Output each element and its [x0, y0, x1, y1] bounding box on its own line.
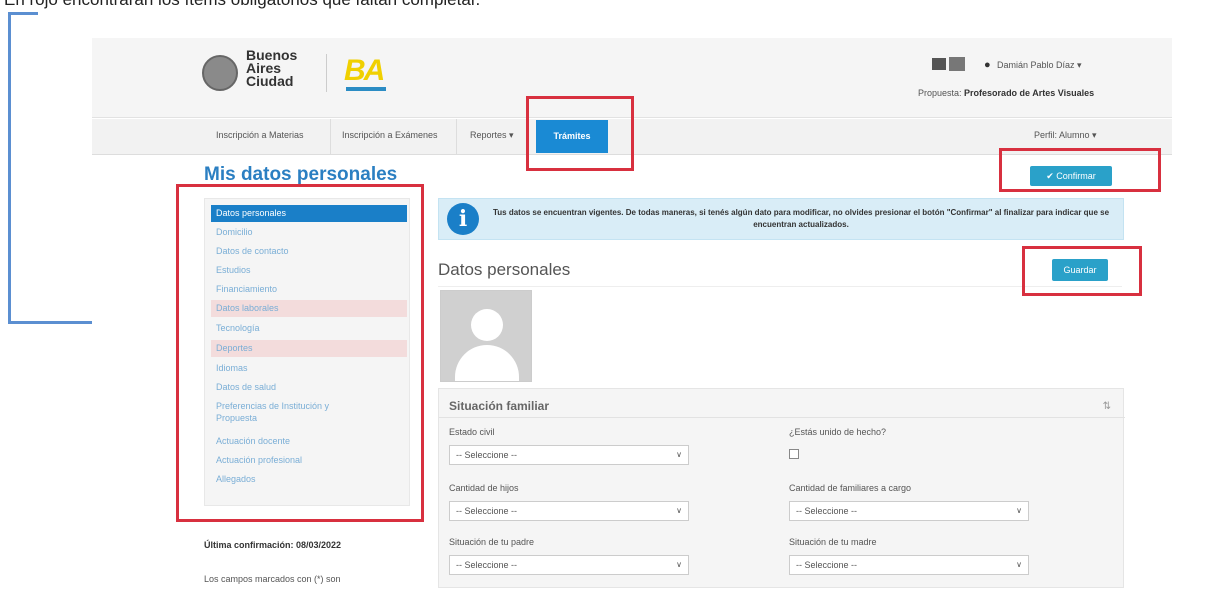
mail-icon[interactable]	[932, 58, 946, 70]
propuesta-value: Profesorado de Artes Visuales	[964, 88, 1095, 98]
estado-civil-label: Estado civil	[449, 427, 495, 437]
city-logo-text: Buenos Aires Ciudad	[246, 47, 298, 89]
collapse-icon[interactable]: ⇅	[1103, 401, 1111, 412]
arrow-line-vertical	[8, 12, 11, 324]
propuesta-label: Propuesta:	[918, 88, 962, 98]
chevron-down-icon: ∨	[676, 560, 682, 569]
cantidad-hijos-value: -- Seleccione --	[456, 506, 518, 516]
estado-civil-value: -- Seleccione --	[456, 450, 518, 460]
ba-logo-bar	[346, 87, 386, 91]
messages-icon[interactable]	[949, 57, 965, 71]
highlight-sidebar	[176, 184, 424, 522]
panel-divider	[439, 417, 1125, 418]
nav-profile-menu[interactable]: Perfil: Alumno ▾	[1034, 130, 1097, 141]
familiares-cargo-value: -- Seleccione --	[796, 506, 858, 516]
situacion-madre-select[interactable]: -- Seleccione -- ∨	[789, 555, 1029, 575]
situacion-padre-select[interactable]: -- Seleccione -- ∨	[449, 555, 689, 575]
cantidad-hijos-select[interactable]: -- Seleccione -- ∨	[449, 501, 689, 521]
family-panel-title: Situación familiar	[449, 399, 550, 413]
nav-divider	[330, 119, 331, 155]
city-seal-icon	[202, 55, 238, 91]
page-title: Mis datos personales	[204, 164, 398, 185]
nav-reportes[interactable]: Reportes ▾	[470, 130, 514, 141]
highlight-save	[1022, 246, 1142, 296]
situacion-padre-label: Situación de tu padre	[449, 537, 535, 547]
nav-divider	[456, 119, 457, 155]
union-hecho-label: ¿Estás unido de hecho?	[789, 427, 887, 437]
user-icon: ●	[984, 59, 991, 71]
chevron-down-icon: ∨	[1016, 560, 1022, 569]
union-hecho-checkbox[interactable]	[789, 449, 799, 459]
chevron-down-icon: ∨	[676, 450, 682, 459]
info-text: Tus datos se encuentran vigentes. De tod…	[492, 208, 1110, 229]
highlight-tramites	[526, 96, 634, 171]
propuesta-info: Propuesta: Profesorado de Artes Visuales	[918, 88, 1094, 98]
logo-divider	[326, 54, 327, 92]
last-confirmation: Última confirmación: 08/03/2022	[204, 540, 342, 550]
avatar-body	[455, 345, 519, 381]
chevron-down-icon: ∨	[1016, 506, 1022, 515]
avatar-head	[471, 309, 503, 341]
ba-logo: BA	[344, 54, 385, 87]
info-alert: i Tus datos se encuentran vigentes. De t…	[438, 198, 1124, 240]
arrow-line-top	[8, 12, 38, 15]
chevron-down-icon: ∨	[676, 506, 682, 515]
situacion-padre-value: -- Seleccione --	[456, 560, 518, 570]
estado-civil-select[interactable]: -- Seleccione -- ∨	[449, 445, 689, 465]
section-divider	[438, 286, 1122, 287]
familiares-cargo-label: Cantidad de familiares a cargo	[789, 483, 912, 493]
info-icon: i	[447, 203, 479, 235]
nav-inscripcion-examenes[interactable]: Inscripción a Exámenes	[342, 130, 438, 140]
app-window: Buenos Aires Ciudad BA ● Damián Pablo Dí…	[92, 38, 1172, 590]
cantidad-hijos-label: Cantidad de hijos	[449, 483, 519, 493]
nav-inscripcion-materias[interactable]: Inscripción a Materias	[216, 130, 304, 140]
situacion-madre-label: Situación de tu madre	[789, 537, 877, 547]
highlight-confirm	[999, 148, 1161, 192]
profile-photo[interactable]	[440, 290, 532, 382]
screenshot: En rojo encontrarán los ítems obligatori…	[0, 0, 1217, 590]
user-menu[interactable]: Damián Pablo Díaz ▾	[997, 60, 1082, 71]
instruction-caption: En rojo encontrarán los ítems obligatori…	[4, 0, 480, 10]
situacion-madre-value: -- Seleccione --	[796, 560, 858, 570]
family-situation-panel: Situación familiar ⇅ Estado civil -- Sel…	[438, 388, 1125, 588]
familiares-cargo-select[interactable]: -- Seleccione -- ∨	[789, 501, 1029, 521]
required-fields-note: Los campos marcados con (*) son	[204, 574, 341, 584]
section-title: Datos personales	[438, 260, 571, 279]
